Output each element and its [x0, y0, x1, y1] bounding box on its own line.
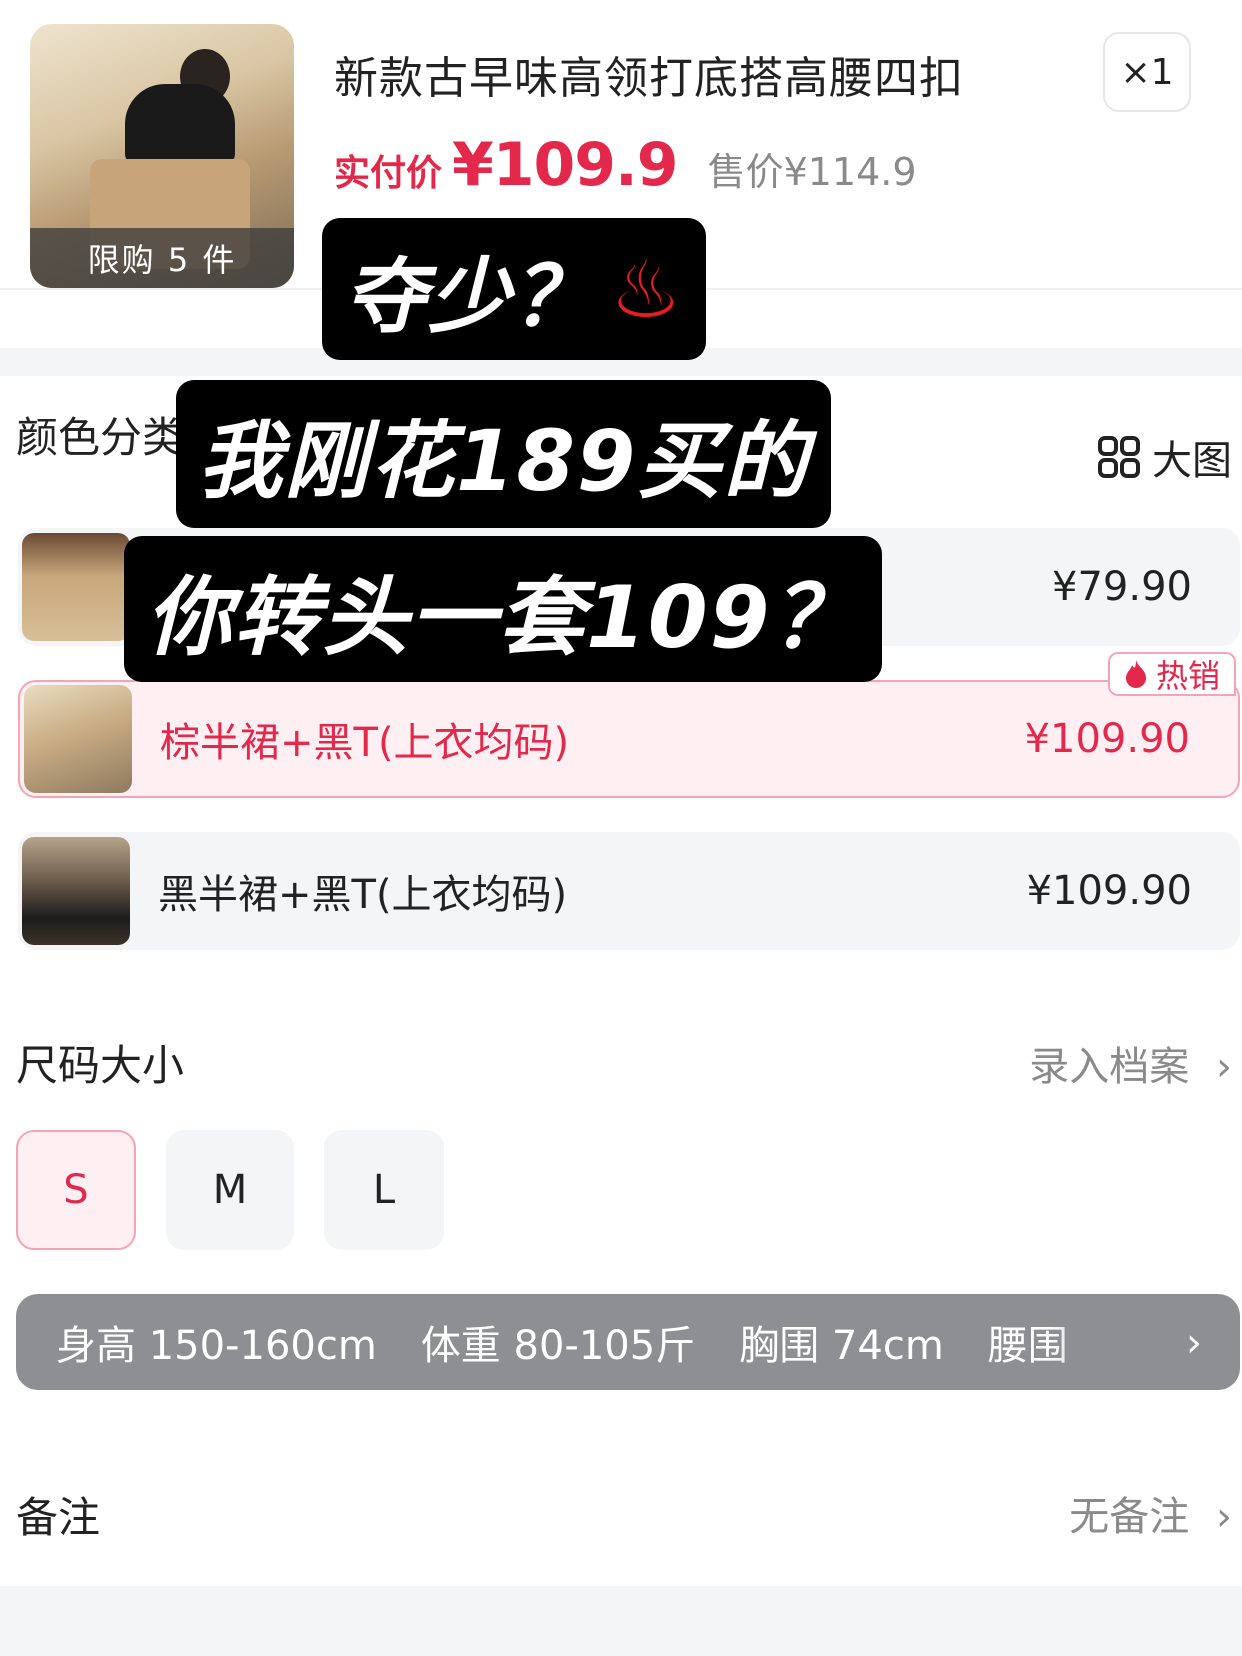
chevron-right-icon[interactable]: ›: [1186, 1320, 1202, 1366]
color-section-label: 颜色分类: [16, 413, 185, 462]
paid-price-label: 实付价: [334, 153, 443, 194]
variant-name: 棕半裙+黑T(上衣均码): [160, 720, 570, 766]
size-tip-weight: 体重 80-105斤: [420, 1323, 696, 1369]
variant-price: ¥109.90: [1026, 868, 1192, 914]
size-tip-bust: 胸围 74cm: [739, 1323, 944, 1369]
quantity-badge[interactable]: ×1: [1103, 32, 1191, 112]
chevron-right-icon: ›: [1216, 1044, 1232, 1090]
paid-price: ¥109.9: [452, 130, 679, 200]
variant-option-2[interactable]: 棕半裙+黑T(上衣均码) ¥109.90 热销: [18, 652, 1240, 798]
variant-thumbnail: [24, 685, 132, 793]
fade-overlay: [1050, 1294, 1170, 1390]
variant-thumbnail: [22, 837, 130, 945]
chevron-right-icon: ›: [1216, 1494, 1232, 1540]
caption-line-2: 我刚花189买的: [176, 380, 832, 528]
hot-spring-icon: ♨: [610, 242, 684, 336]
caption-line-1: 夺少？ ♨: [322, 218, 706, 360]
size-option-l[interactable]: L: [324, 1130, 444, 1250]
purchase-limit-label: 限购 5 件: [30, 228, 294, 288]
big-view-label: 大图: [1152, 438, 1232, 484]
flame-icon: [1125, 660, 1146, 688]
variant-price: ¥79.90: [1052, 564, 1192, 610]
caption-text-1: 夺少？: [344, 249, 596, 345]
grid-icon: [1098, 436, 1140, 478]
variant-name: 黑半裙+黑T(上衣均码): [158, 872, 568, 918]
variant-price: ¥109.90: [1024, 716, 1190, 762]
remark-link[interactable]: 无备注 ›: [1069, 1484, 1232, 1542]
caption-line-3: 你转头一套109？: [124, 536, 882, 682]
size-recommendation-bar[interactable]: 身高 150-160cm 体重 80-105斤 胸围 74cm 腰围 ›: [16, 1294, 1240, 1390]
size-profile-label: 录入档案: [1029, 1044, 1190, 1090]
bottom-separator: [0, 1586, 1242, 1656]
size-option-s[interactable]: S: [16, 1130, 136, 1250]
size-section-label: 尺码大小: [16, 1041, 185, 1090]
product-thumbnail[interactable]: 限购 5 件: [30, 24, 294, 288]
hot-sale-label: 热销: [1155, 657, 1220, 695]
price-row: 实付价 ¥109.9 售价¥114.9: [334, 130, 917, 200]
variant-thumbnail: [22, 533, 130, 641]
size-profile-link[interactable]: 录入档案 ›: [1029, 1034, 1232, 1092]
hot-sale-badge: 热销: [1107, 652, 1236, 696]
big-view-button[interactable]: 大图: [1098, 428, 1232, 486]
remark-label: 备注: [16, 1493, 101, 1542]
remark-value: 无备注: [1069, 1494, 1190, 1540]
variant-option-3[interactable]: 黑半裙+黑T(上衣均码) ¥109.90: [18, 832, 1240, 950]
size-option-m[interactable]: M: [166, 1130, 294, 1250]
original-price: 售价¥114.9: [707, 150, 917, 194]
size-tip-height: 身高 150-160cm: [56, 1323, 377, 1369]
product-title: 新款古早味高领打底搭高腰四扣: [334, 53, 964, 104]
model-top: [125, 84, 235, 164]
